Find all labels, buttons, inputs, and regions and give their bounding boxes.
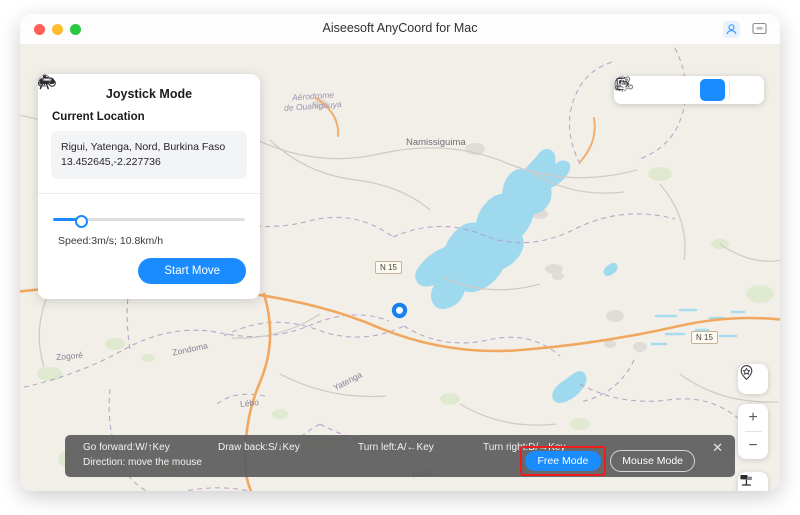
favorite-pin-button[interactable] [738, 364, 768, 394]
zoom-out-button[interactable]: − [738, 432, 768, 459]
screen: Aiseesoft AnyCoord for Mac Aérodrome de … [0, 0, 800, 515]
map-label: Namissiguima [406, 137, 466, 148]
zoom-controls: + − [738, 404, 768, 459]
free-mode-highlight: Free Mode [519, 446, 607, 476]
help-key-forward: Go forward:W/↑Key [83, 442, 170, 453]
joystick-panel: Joystick Mode Current Location Rigui, Ya… [38, 74, 260, 299]
speed-slider[interactable] [53, 214, 245, 228]
location-display[interactable]: Rigui, Yatenga, Nord, Burkina Faso 13.45… [51, 131, 247, 179]
mode-toolbar [614, 76, 764, 104]
road-shield: N 15 [691, 331, 718, 344]
map-label: Lébo [239, 397, 260, 409]
free-mode-button[interactable]: Free Mode [524, 451, 602, 471]
joystick-mode-icon[interactable] [615, 77, 725, 101]
location-coordinates: 13.452645,-2.227736 [61, 156, 161, 168]
map-canvas[interactable]: Aérodrome de Ouahigouya Namissiguima Zog… [20, 44, 780, 491]
current-location-label: Current Location [52, 111, 145, 123]
help-text-block: Go forward:W/↑Key Draw back:S/↓Key Turn … [83, 442, 565, 468]
speed-mode-icons [38, 74, 260, 206]
speed-text: Speed:3m/s; 10.8km/h [58, 235, 164, 247]
map-style-button[interactable] [738, 472, 768, 491]
account-icon[interactable] [722, 20, 740, 38]
title-bar: Aiseesoft AnyCoord for Mac [20, 14, 780, 45]
current-location-marker[interactable] [391, 302, 408, 319]
slider-thumb[interactable] [74, 215, 88, 228]
keyboard-help-bar: Go forward:W/↑Key Draw back:S/↓Key Turn … [65, 435, 735, 477]
app-window: Aiseesoft AnyCoord for Mac Aérodrome de … [20, 14, 780, 491]
route-mode-icon[interactable] [614, 78, 698, 101]
panel-actions: Start Move [38, 247, 260, 299]
toolbar-divider [729, 81, 730, 99]
help-direction: Direction: move the mouse [83, 457, 202, 468]
multi-stop-mode-icon[interactable] [616, 76, 671, 101]
road-shield: N 15 [375, 261, 402, 274]
close-icon[interactable]: ✕ [712, 441, 723, 454]
move-mode-switch: Free Mode Mouse Mode [519, 446, 695, 476]
panel-title: Joystick Mode [105, 87, 193, 101]
start-move-button[interactable]: Start Move [138, 258, 246, 284]
mouse-mode-button[interactable]: Mouse Mode [610, 450, 695, 472]
help-key-back: Draw back:S/↓Key [218, 442, 300, 453]
feedback-monitor-icon[interactable] [750, 20, 768, 38]
location-name: Rigui, Yatenga, Nord, Burkina Faso [61, 141, 226, 153]
zoom-in-button[interactable]: + [738, 404, 768, 431]
exit-icon[interactable] [616, 77, 759, 101]
speed-readout: Speed:3m/s; 10.8km/h [38, 74, 260, 247]
window-title: Aiseesoft AnyCoord for Mac [322, 21, 478, 35]
title-bar-actions [722, 20, 768, 38]
help-key-left: Turn left:A/←Key [358, 442, 434, 453]
